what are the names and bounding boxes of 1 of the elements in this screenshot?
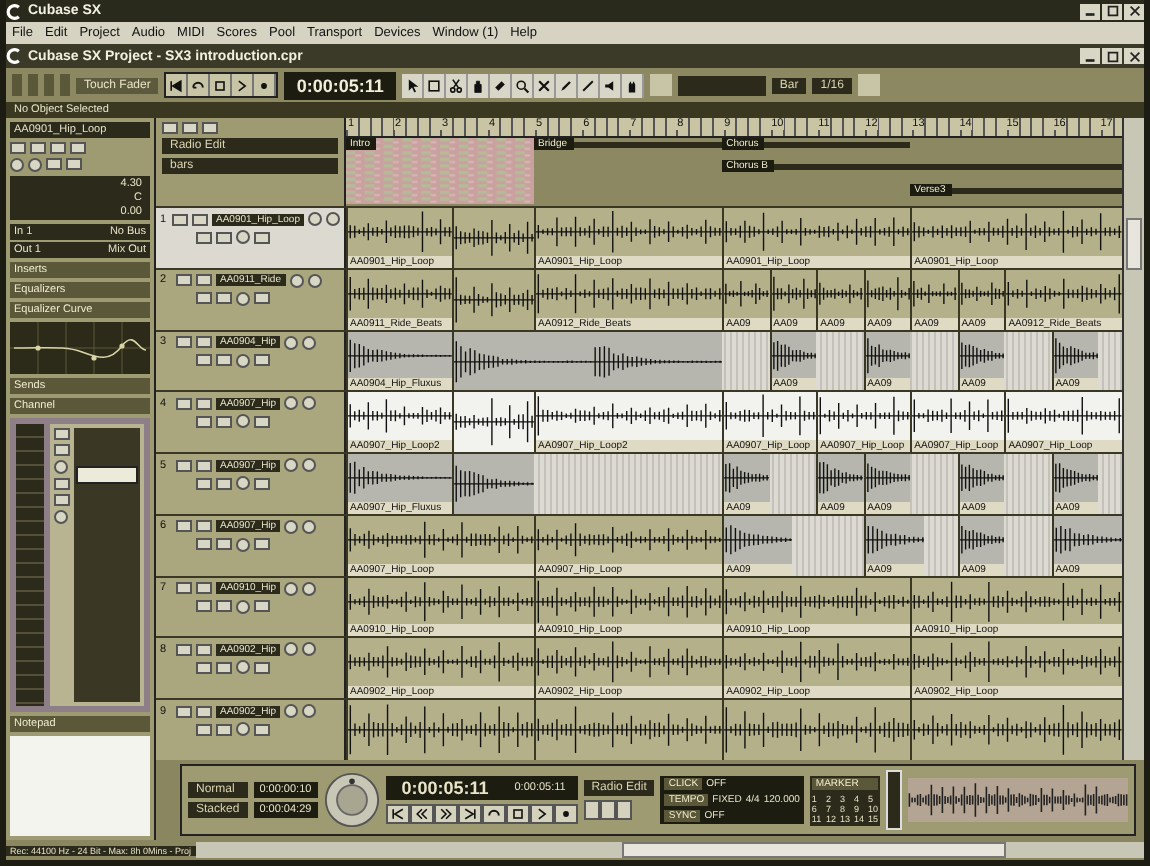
time-display: 0:00:05:11 [284,71,396,99]
